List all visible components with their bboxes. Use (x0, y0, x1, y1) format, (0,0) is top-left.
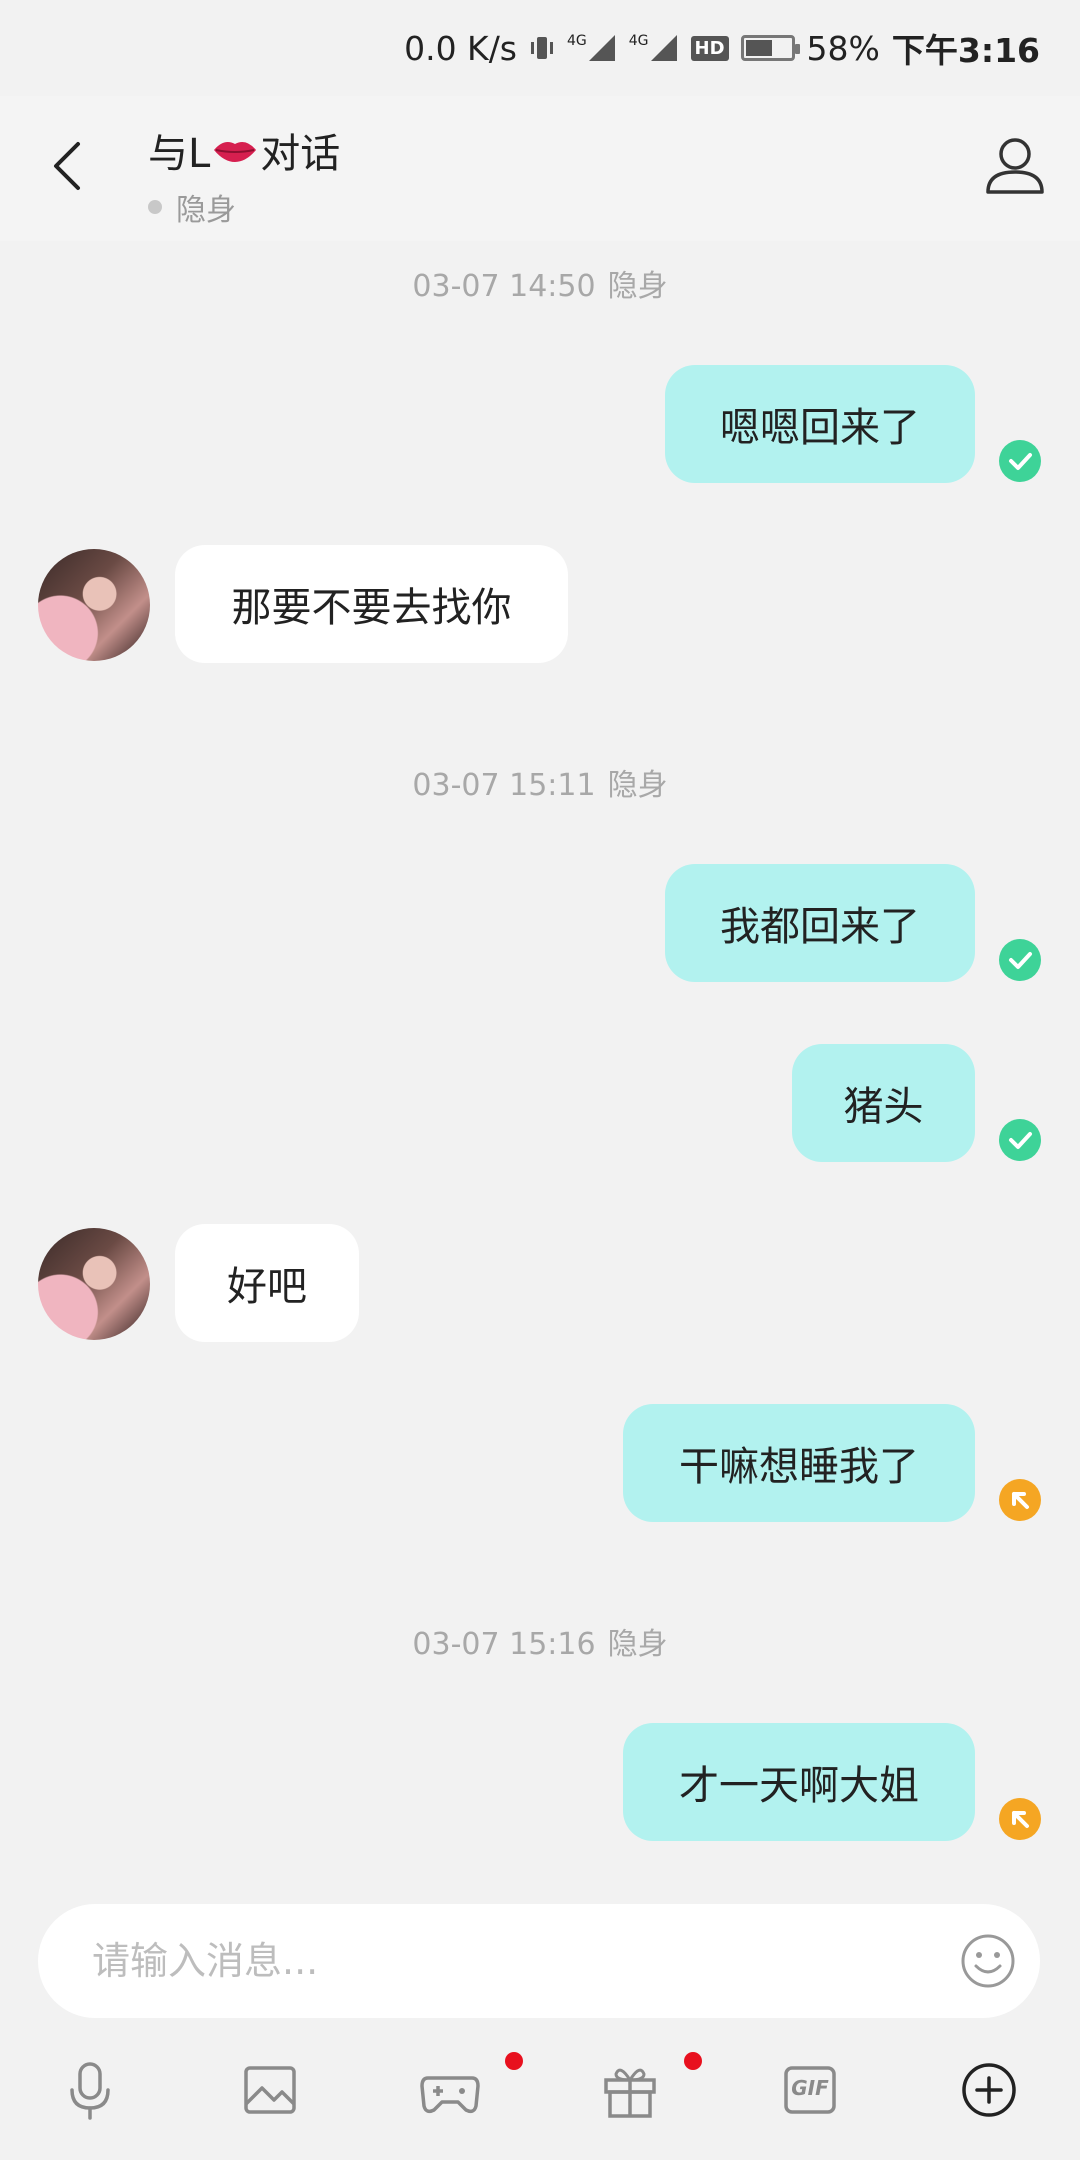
pending-arrow-icon (999, 1798, 1041, 1840)
voice-button[interactable] (58, 2058, 122, 2122)
gift-icon (604, 2068, 656, 2118)
presence-label: 隐身 (176, 193, 236, 228)
page-title: 与L 对话 (148, 121, 340, 179)
person-icon (986, 138, 1044, 194)
hd-icon: HD (690, 35, 729, 61)
pending-arrow-icon (999, 1479, 1041, 1521)
chevron-left-icon (54, 142, 80, 190)
image-icon (244, 2066, 296, 2114)
emoji-button[interactable] (958, 1931, 1018, 1991)
bottom-toolbar: GIF (0, 2040, 1080, 2140)
plus-circle-icon (962, 2063, 1016, 2117)
image-button[interactable] (238, 2058, 302, 2122)
incoming-message[interactable]: 那要不要去找你 (175, 545, 568, 663)
signal-2-icon: 4G (629, 33, 679, 63)
vibrate-icon (529, 33, 555, 63)
outgoing-message[interactable]: 嗯嗯回来了 (665, 365, 975, 483)
gif-button[interactable]: GIF (778, 2058, 842, 2122)
message-input[interactable] (92, 1904, 922, 2018)
outgoing-message[interactable]: 猪头 (792, 1044, 975, 1162)
timestamp: 03-07 14:50 隐身 (412, 269, 668, 304)
avatar[interactable] (38, 1228, 150, 1340)
sent-check-icon (999, 939, 1041, 981)
presence-dot (148, 200, 162, 214)
outgoing-message[interactable]: 我都回来了 (665, 864, 975, 982)
gift-button[interactable] (598, 2058, 662, 2122)
smiley-icon (961, 1934, 1015, 1988)
incoming-message[interactable]: 好吧 (175, 1224, 359, 1342)
timestamp: 03-07 15:11 隐身 (412, 768, 668, 803)
battery-percent: 58% (806, 28, 880, 68)
game-button[interactable] (418, 2058, 482, 2122)
chat-title-block: 与L 对话 隐身 (148, 121, 340, 229)
title-prefix: 与L (148, 131, 211, 177)
gif-label: GIF (791, 2076, 829, 2100)
microphone-icon (70, 2062, 110, 2120)
outgoing-message[interactable]: 才一天啊大姐 (623, 1723, 975, 1841)
sent-check-icon (999, 1119, 1041, 1161)
presence-status: 隐身 (148, 185, 340, 229)
signal-1-icon: 4G (567, 33, 617, 63)
net-type-1: 4G (567, 33, 587, 49)
lips-icon (214, 142, 257, 162)
status-bar: 0.0 K/s 4G 4G HD 58% 下午3:16 (0, 0, 1080, 96)
net-type-2: 4G (628, 33, 649, 49)
chat-header: 与L 对话 隐身 (0, 96, 1080, 241)
network-speed: 0.0 K/s (404, 28, 517, 68)
clock: 下午3:16 (891, 31, 1040, 70)
message-list[interactable]: 03-07 14:50 隐身 嗯嗯回来了 那要不要去找你 03-07 15:11 隐… (0, 241, 1080, 1896)
avatar[interactable] (38, 549, 150, 661)
sent-check-icon (999, 440, 1041, 482)
game-badge (505, 2052, 523, 2070)
battery-icon (740, 35, 800, 61)
gift-badge (684, 2052, 702, 2070)
outgoing-message[interactable]: 干嘛想睡我了 (623, 1404, 975, 1522)
profile-button[interactable] (980, 130, 1050, 200)
back-button[interactable] (40, 136, 100, 196)
message-input-container (38, 1904, 1040, 2018)
gamepad-icon (420, 2076, 480, 2114)
title-suffix: 对话 (260, 131, 341, 177)
more-button[interactable] (957, 2058, 1021, 2122)
timestamp: 03-07 15:16 隐身 (412, 1627, 668, 1662)
